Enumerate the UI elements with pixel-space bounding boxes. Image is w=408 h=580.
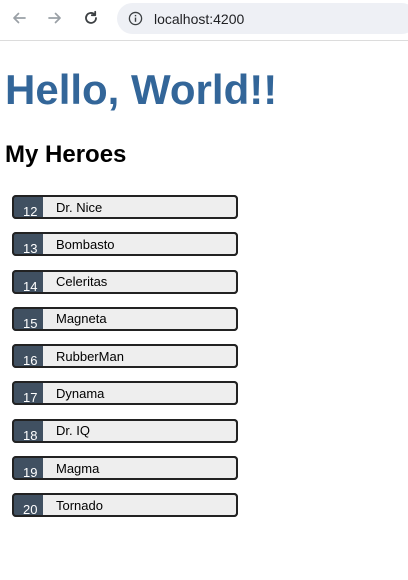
hero-item: 15 — [12, 306, 238, 331]
back-button[interactable] — [7, 8, 31, 28]
hero-name-input[interactable] — [43, 269, 238, 294]
hero-name-input[interactable] — [43, 195, 238, 219]
hero-item: 19 — [12, 456, 238, 481]
hero-item: 16 — [12, 344, 238, 369]
forward-button[interactable] — [43, 8, 67, 28]
hero-name-input[interactable] — [43, 344, 238, 369]
page-title: Hello, World!! — [5, 66, 278, 113]
info-icon[interactable] — [128, 11, 143, 26]
hero-item: 18 — [12, 418, 238, 443]
arrow-right-icon — [48, 12, 61, 24]
url-text[interactable]: localhost:4200 — [154, 11, 244, 27]
hero-name-input[interactable] — [43, 306, 238, 331]
hero-item: 12 — [12, 195, 238, 219]
section-title: My Heroes — [5, 141, 127, 168]
address-bar[interactable]: localhost:4200 — [117, 3, 408, 34]
reload-button[interactable] — [79, 8, 103, 28]
heroes-list: 12 13 14 15 16 17 18 19 20 — [12, 195, 238, 531]
hero-item: 13 — [12, 232, 238, 257]
arrow-left-icon — [13, 12, 26, 24]
reload-icon — [85, 10, 97, 24]
hero-name-input[interactable] — [43, 456, 238, 481]
browser-toolbar: localhost:4200 — [0, 0, 408, 41]
hero-name-input[interactable] — [43, 381, 238, 406]
hero-item: 14 — [12, 269, 238, 294]
hero-name-input[interactable] — [43, 493, 238, 518]
hero-name-input[interactable] — [43, 232, 238, 257]
hero-item: 20 — [12, 493, 238, 518]
hero-item: 17 — [12, 381, 238, 406]
hero-name-input[interactable] — [43, 418, 238, 443]
